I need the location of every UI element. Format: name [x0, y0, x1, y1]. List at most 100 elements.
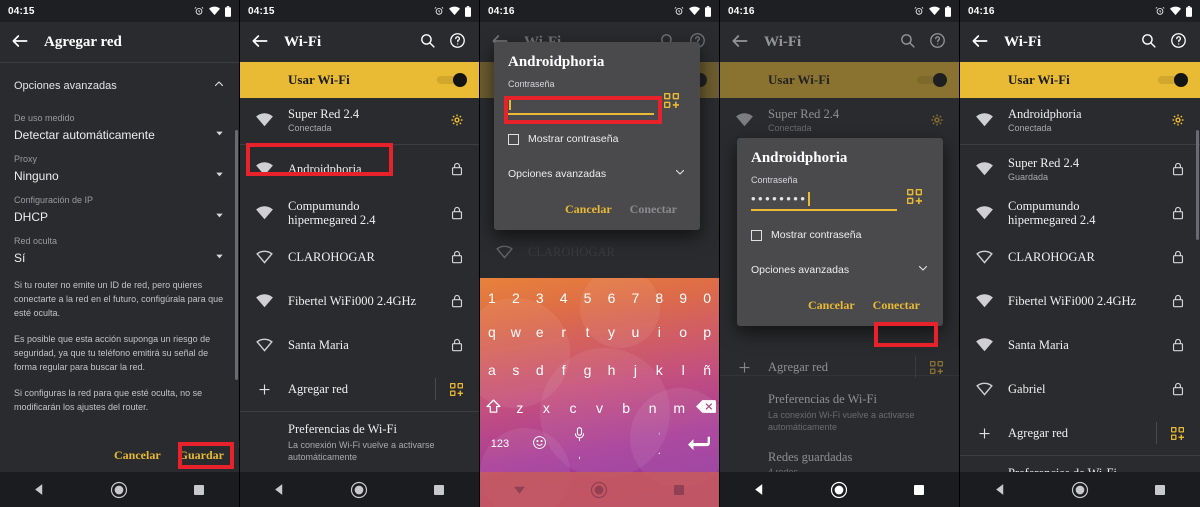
cancel-button[interactable]: Cancelar: [799, 293, 864, 318]
key-n[interactable]: n: [639, 400, 666, 416]
key-7[interactable]: 7: [623, 290, 647, 306]
shift-icon[interactable]: [480, 398, 507, 418]
key-6[interactable]: 6: [600, 290, 624, 306]
key-x[interactable]: x: [533, 400, 560, 416]
key-o[interactable]: o: [671, 324, 695, 340]
key-p[interactable]: p: [695, 324, 719, 340]
nav-home-icon[interactable]: [586, 477, 612, 503]
nav-home-icon[interactable]: [826, 477, 852, 503]
add-network-row[interactable]: Agregar red: [960, 411, 1200, 455]
key-d[interactable]: d: [528, 362, 552, 378]
key-e[interactable]: e: [528, 324, 552, 340]
advanced-options-header[interactable]: Opciones avanzadas: [14, 71, 225, 103]
key-c[interactable]: c: [560, 400, 587, 416]
back-arrow-icon[interactable]: [250, 31, 272, 53]
use-wifi-toggle-row[interactable]: Usar Wi-Fi: [960, 62, 1200, 98]
add-network-row[interactable]: Agregar red: [240, 367, 479, 411]
key-w[interactable]: w: [504, 324, 528, 340]
search-icon[interactable]: [899, 32, 919, 52]
use-wifi-switch[interactable]: [437, 73, 467, 87]
key-3[interactable]: 3: [528, 290, 552, 306]
key-period[interactable]: ʻ.: [639, 431, 679, 457]
key-5[interactable]: 5: [576, 290, 600, 306]
connect-button[interactable]: Conectar: [621, 197, 686, 222]
password-input[interactable]: ••••••••: [751, 189, 897, 211]
scrollbar[interactable]: [1196, 130, 1199, 240]
nav-recents-icon[interactable]: [906, 477, 932, 503]
qr-scan-icon[interactable]: [1156, 422, 1188, 444]
cancel-button[interactable]: Cancelar: [556, 197, 621, 222]
key-m[interactable]: m: [666, 400, 693, 416]
help-icon[interactable]: [929, 32, 949, 52]
connect-button[interactable]: Conectar: [864, 293, 929, 318]
backspace-icon[interactable]: [693, 399, 720, 417]
network-row-super-red[interactable]: Super Red 2.4 Guardada: [960, 147, 1200, 191]
nav-home-icon[interactable]: [346, 477, 372, 503]
save-button[interactable]: Guardar: [170, 443, 233, 468]
key-q[interactable]: q: [480, 324, 504, 340]
show-password-row[interactable]: Mostrar contraseña: [508, 133, 686, 145]
nav-back-icon[interactable]: [507, 477, 533, 503]
key-8[interactable]: 8: [647, 290, 671, 306]
network-row-androidphoria[interactable]: Androidphoria Conectada: [960, 98, 1200, 142]
emoji-icon[interactable]: [520, 435, 560, 453]
key-v[interactable]: v: [586, 400, 613, 416]
wifi-preferences-row[interactable]: Preferencias de Wi-Fi La conexión Wi-Fi …: [240, 412, 479, 469]
nav-recents-icon[interactable]: [1147, 477, 1173, 503]
key-t[interactable]: t: [576, 324, 600, 340]
network-row-compumundo[interactable]: Compumundo hipermegared 2.4: [960, 191, 1200, 235]
enter-icon[interactable]: [679, 435, 719, 454]
network-row-super-red[interactable]: Super Red 2.4 Conectada: [240, 98, 479, 142]
nav-back-icon[interactable]: [27, 477, 53, 503]
advanced-options-row[interactable]: Opciones avanzadas: [508, 165, 686, 187]
key-h[interactable]: h: [600, 362, 624, 378]
key-0[interactable]: 0: [695, 290, 719, 306]
field-proxy[interactable]: Ninguno: [14, 164, 225, 185]
nav-back-icon[interactable]: [747, 477, 773, 503]
cancel-button[interactable]: Cancelar: [105, 443, 170, 468]
key-4[interactable]: 4: [552, 290, 576, 306]
use-wifi-switch[interactable]: [1158, 73, 1188, 87]
field-ip[interactable]: DHCP: [14, 205, 225, 226]
password-input[interactable]: [508, 93, 654, 115]
qr-scan-icon[interactable]: [663, 92, 686, 113]
network-row-santa-maria[interactable]: Santa Maria: [240, 323, 479, 367]
nav-back-icon[interactable]: [987, 477, 1013, 503]
gear-icon[interactable]: [447, 113, 467, 127]
key-9[interactable]: 9: [671, 290, 695, 306]
advanced-options-row[interactable]: Opciones avanzadas: [751, 261, 929, 283]
key-a[interactable]: a: [480, 362, 504, 378]
back-arrow-icon[interactable]: [730, 31, 752, 53]
key-j[interactable]: j: [623, 362, 647, 378]
key-comma[interactable]: ,: [560, 450, 600, 461]
network-row-clarohogar[interactable]: CLAROHOGAR: [960, 235, 1200, 279]
network-row-santa-maria[interactable]: Santa Maria: [960, 323, 1200, 367]
nav-recents-icon[interactable]: [426, 477, 452, 503]
key-f[interactable]: f: [552, 362, 576, 378]
network-row-compumundo[interactable]: Compumundo hipermegared 2.4: [240, 191, 479, 235]
key-enye[interactable]: ñ: [695, 362, 719, 378]
network-row-fibertel[interactable]: Fibertel WiFi000 2.4GHz: [960, 279, 1200, 323]
show-password-checkbox[interactable]: [508, 133, 519, 145]
search-icon[interactable]: [419, 32, 439, 52]
key-z[interactable]: z: [507, 400, 534, 416]
qr-scan-icon[interactable]: [435, 378, 467, 400]
gear-icon[interactable]: [1168, 113, 1188, 127]
nav-recents-icon[interactable]: [186, 477, 212, 503]
nav-home-icon[interactable]: [106, 477, 132, 503]
nav-recents-icon[interactable]: [666, 477, 692, 503]
key-k[interactable]: k: [647, 362, 671, 378]
key-g[interactable]: g: [576, 362, 600, 378]
search-icon[interactable]: [1140, 32, 1160, 52]
key-1[interactable]: 1: [480, 290, 504, 306]
key-b[interactable]: b: [613, 400, 640, 416]
qr-scan-icon[interactable]: [906, 188, 929, 209]
use-wifi-toggle-row[interactable]: Usar Wi-Fi: [240, 62, 479, 98]
key-r[interactable]: r: [552, 324, 576, 340]
help-icon[interactable]: [1170, 32, 1190, 52]
key-i[interactable]: i: [647, 324, 671, 340]
scrollbar[interactable]: [235, 130, 238, 380]
show-password-row[interactable]: Mostrar contraseña: [751, 229, 929, 241]
back-arrow-icon[interactable]: [10, 31, 32, 53]
key-s[interactable]: s: [504, 362, 528, 378]
